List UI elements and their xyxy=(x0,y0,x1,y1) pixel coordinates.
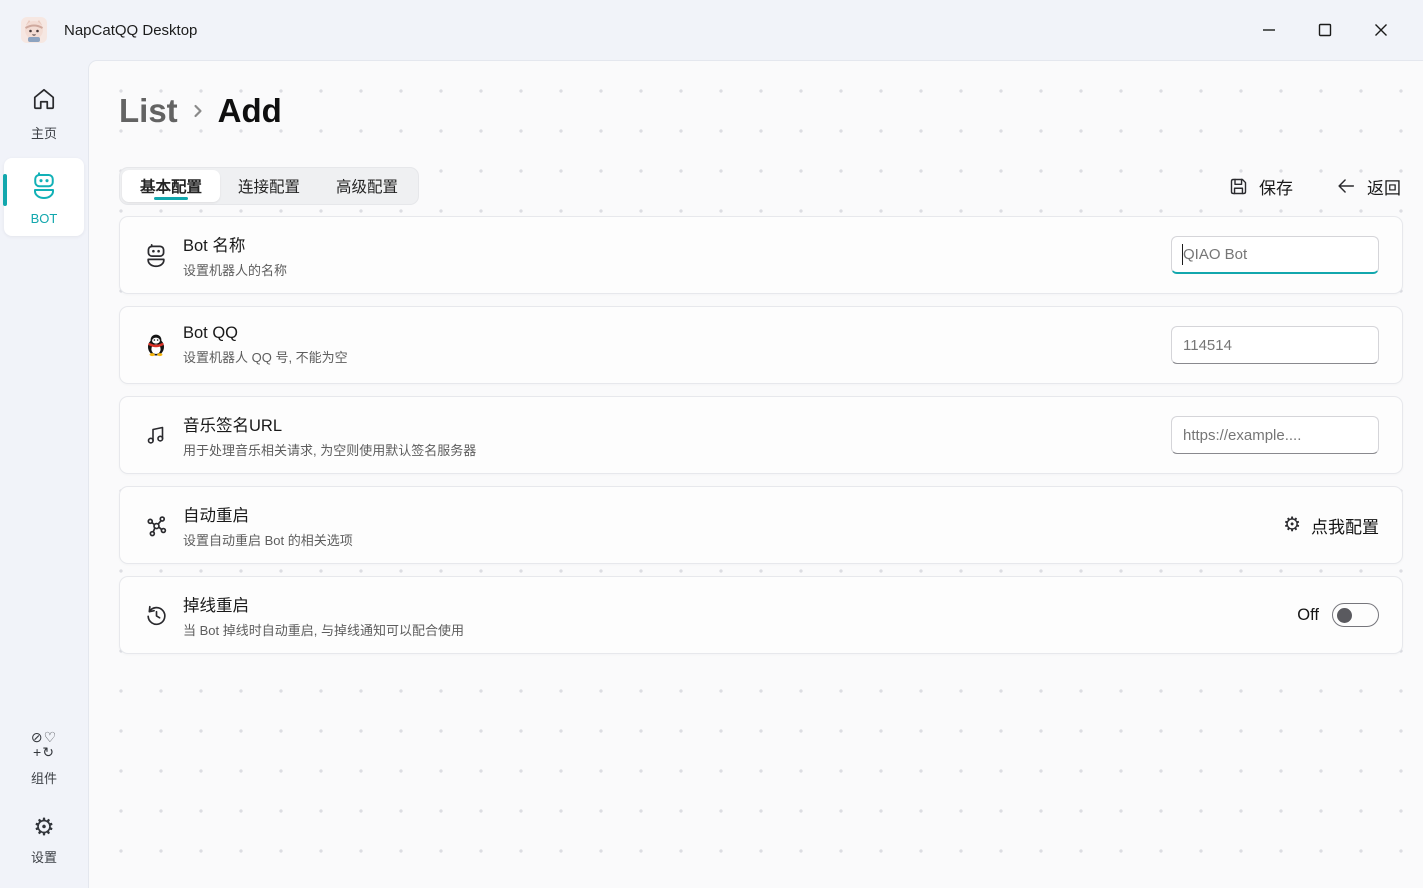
card-subtitle: 设置自动重启 Bot 的相关选项 xyxy=(183,530,1283,549)
main-panel: List Add 基本配置 连接配置 高级配置 xyxy=(88,60,1423,888)
qq-icon xyxy=(142,333,170,357)
tab-advanced-config[interactable]: 高级配置 xyxy=(318,170,416,202)
toolbar-row: 基本配置 连接配置 高级配置 保存 xyxy=(119,165,1401,207)
offline-restart-toggle[interactable] xyxy=(1332,603,1379,627)
app-logo-icon xyxy=(20,16,48,44)
titlebar: NapCatQQ Desktop xyxy=(0,0,1423,60)
card-title: Bot QQ xyxy=(183,324,1171,343)
app-identity: NapCatQQ Desktop xyxy=(0,16,197,44)
card-title: Bot 名称 xyxy=(183,232,1171,256)
maximize-button[interactable] xyxy=(1297,8,1353,52)
sidebar-item-label: BOT xyxy=(4,211,84,226)
configure-button[interactable]: ⚙ 点我配置 xyxy=(1283,513,1379,538)
breadcrumb-list-link[interactable]: List xyxy=(119,92,178,130)
gear-icon: ⚙ xyxy=(33,815,55,841)
sidebar: 主页 BOT ⊘♡+↻ 组件 ⚙ 设置 xyxy=(0,60,88,888)
close-icon xyxy=(1374,23,1388,37)
home-icon xyxy=(31,86,57,112)
tab-connection-config[interactable]: 连接配置 xyxy=(220,170,318,202)
components-icon: ⊘♡+↻ xyxy=(27,730,61,760)
robot-icon xyxy=(142,242,170,268)
sidebar-item-label: 主页 xyxy=(4,123,84,142)
history-icon xyxy=(142,603,170,628)
back-arrow-icon xyxy=(1335,175,1357,197)
settings-card-list: Bot 名称 设置机器人的名称 xyxy=(119,216,1403,654)
save-button[interactable]: 保存 xyxy=(1228,174,1293,199)
card-title: 音乐签名URL xyxy=(183,412,1171,436)
maximize-icon xyxy=(1318,23,1332,37)
sidebar-item-label: 设置 xyxy=(4,847,84,866)
music-note-icon xyxy=(142,423,170,447)
page-title: Add xyxy=(218,92,282,130)
active-indicator xyxy=(3,174,7,206)
text-caret xyxy=(1182,244,1183,265)
window-controls xyxy=(1241,0,1423,60)
bot-name-input[interactable] xyxy=(1171,236,1379,274)
card-subtitle: 当 Bot 掉线时自动重启, 与掉线通知可以配合使用 xyxy=(183,620,1297,639)
card-music-sign-url: 音乐签名URL 用于处理音乐相关请求, 为空则使用默认签名服务器 xyxy=(119,396,1403,474)
minimize-button[interactable] xyxy=(1241,8,1297,52)
tab-basic-config[interactable]: 基本配置 xyxy=(122,170,220,202)
offline-restart-toggle-group: Off xyxy=(1297,603,1379,627)
gear-icon: ⚙ xyxy=(1283,515,1301,535)
sidebar-item-bot[interactable]: BOT xyxy=(4,158,84,236)
back-button[interactable]: 返回 xyxy=(1335,174,1401,199)
card-title: 掉线重启 xyxy=(183,592,1297,616)
config-tabbar: 基本配置 连接配置 高级配置 xyxy=(119,167,419,205)
card-subtitle: 用于处理音乐相关请求, 为空则使用默认签名服务器 xyxy=(183,440,1171,459)
card-bot-name: Bot 名称 设置机器人的名称 xyxy=(119,216,1403,294)
app-title: NapCatQQ Desktop xyxy=(64,22,197,39)
toggle-state-label: Off xyxy=(1297,606,1319,625)
music-sign-url-input[interactable] xyxy=(1171,416,1379,454)
card-offline-restart: 掉线重启 当 Bot 掉线时自动重启, 与掉线通知可以配合使用 Off xyxy=(119,576,1403,654)
sidebar-item-components[interactable]: ⊘♡+↻ 组件 xyxy=(4,718,84,797)
minimize-icon xyxy=(1262,23,1276,37)
card-bot-qq: Bot QQ 设置机器人 QQ 号, 不能为空 xyxy=(119,306,1403,384)
sidebar-item-label: 组件 xyxy=(4,768,84,787)
toggle-knob xyxy=(1337,608,1352,623)
sidebar-item-settings[interactable]: ⚙ 设置 xyxy=(4,803,84,876)
card-title: 自动重启 xyxy=(183,502,1283,526)
breadcrumb: List Add xyxy=(119,92,282,130)
restart-nodes-icon xyxy=(142,513,170,538)
robot-icon xyxy=(29,170,59,200)
save-icon xyxy=(1228,176,1249,197)
card-subtitle: 设置机器人的名称 xyxy=(183,260,1171,279)
top-actions: 保存 返回 xyxy=(1228,174,1401,199)
card-subtitle: 设置机器人 QQ 号, 不能为空 xyxy=(183,347,1171,366)
chevron-right-icon xyxy=(188,101,208,121)
bot-qq-input[interactable] xyxy=(1171,326,1379,364)
close-button[interactable] xyxy=(1353,8,1409,52)
sidebar-item-home[interactable]: 主页 xyxy=(4,74,84,152)
card-auto-restart: 自动重启 设置自动重启 Bot 的相关选项 ⚙ 点我配置 xyxy=(119,486,1403,564)
active-tab-underline xyxy=(154,197,188,200)
